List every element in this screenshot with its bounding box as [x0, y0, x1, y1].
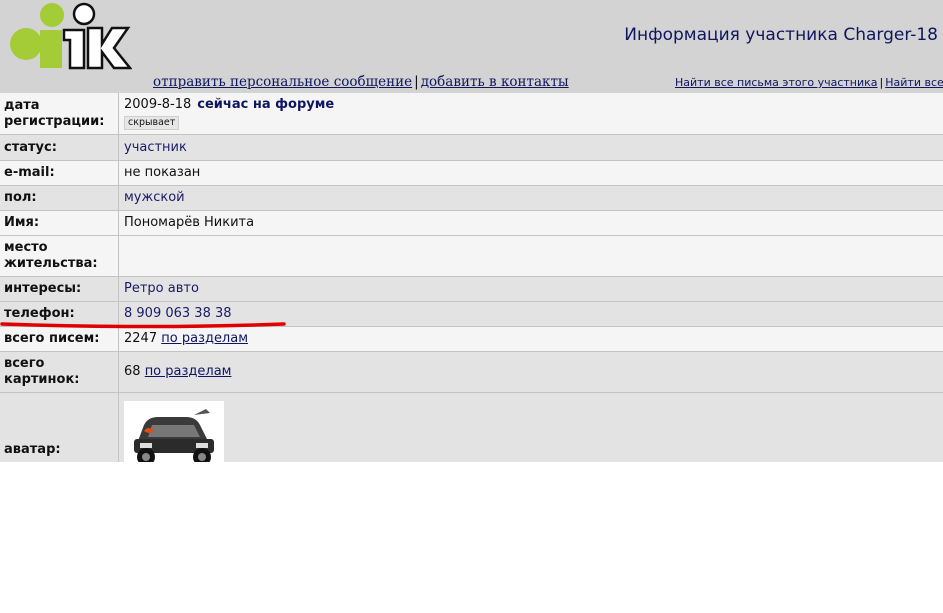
value-name: Пономарёв Никита	[124, 215, 255, 230]
find-more-link[interactable]: Найти все	[885, 76, 943, 89]
row-status: статус: участник	[0, 135, 943, 161]
posts-by-section-link[interactable]: по разделам	[161, 331, 248, 347]
value-posts: 2247 по разделам	[119, 327, 943, 351]
posts-count: 2247	[124, 331, 158, 346]
label-interests: интересы:	[0, 277, 119, 301]
label-registration: дата регистрации:	[0, 93, 119, 134]
send-message-link[interactable]: отправить персональное сообщение	[153, 74, 412, 90]
label-gender: пол:	[0, 186, 119, 210]
pictures-count: 68	[124, 364, 141, 379]
value-gender: мужской	[124, 190, 185, 205]
logo-body-green	[40, 30, 62, 68]
label-posts: всего писем:	[0, 327, 119, 351]
page-header: Информация участника Charger-18 отправит…	[0, 0, 943, 93]
row-avatar: аватар:	[0, 393, 943, 462]
label-phone: телефон:	[0, 302, 119, 326]
row-gender: пол: мужской	[0, 186, 943, 211]
row-interests: интересы: Ретро авто	[0, 277, 943, 302]
row-phone: телефон: 8 909 063 38 38	[0, 302, 943, 327]
profile-info-table: дата регистрации: 2009-8-18 сейчас на фор…	[0, 93, 943, 462]
online-status: сейчас на форуме	[197, 97, 335, 112]
logo-k-outline	[86, 26, 132, 70]
search-actions: Найти все письма этого участника | Найти в…	[675, 76, 943, 89]
cartoon-car-avatar-icon	[124, 401, 224, 462]
row-location: место жительства:	[0, 236, 943, 277]
row-posts: всего писем: 2247 по разделам	[0, 327, 943, 352]
value-interests: Ретро авто	[124, 281, 199, 296]
find-posts-link[interactable]: Найти все письма этого участника	[675, 76, 878, 89]
label-location: место жительства:	[0, 236, 119, 276]
value-pictures: 68 по разделам	[119, 352, 943, 392]
profile-actions: отправить персональное сообщение | добавит…	[153, 74, 569, 90]
value-status: участник	[124, 139, 187, 155]
value-email: не показан	[124, 165, 201, 180]
hidden-badge: скрывает	[124, 116, 180, 130]
label-email: e-mail:	[0, 161, 119, 185]
logo-i-outline	[62, 28, 86, 70]
label-pictures: всего картинок:	[0, 352, 119, 392]
label-name: Имя:	[0, 211, 119, 235]
add-contact-link[interactable]: добавить в контакты	[421, 74, 569, 90]
value-phone: 8 909 063 38 38	[124, 306, 232, 321]
logo-circle-green	[10, 28, 42, 60]
pictures-by-section-link[interactable]: по разделам	[145, 364, 232, 380]
label-status: статус:	[0, 135, 119, 160]
page-title: Информация участника Charger-18	[624, 25, 938, 45]
value-registration: 2009-8-18 сейчас на форуме скрывает	[119, 93, 943, 134]
label-avatar: аватар:	[0, 393, 119, 462]
registration-date: 2009-8-18	[124, 97, 192, 112]
row-registration: дата регистрации: 2009-8-18 сейчас на фор…	[0, 93, 943, 135]
logo-head-green	[40, 3, 64, 27]
action-separator: |	[414, 74, 419, 90]
value-avatar	[119, 393, 943, 462]
row-email: e-mail: не показан	[0, 161, 943, 186]
logo-head-outline	[72, 2, 96, 26]
row-pictures: всего картинок: 68 по разделам	[0, 352, 943, 393]
value-location	[119, 236, 943, 276]
row-name: Имя: Пономарёв Никита	[0, 211, 943, 236]
site-logo[interactable]	[8, 0, 132, 72]
